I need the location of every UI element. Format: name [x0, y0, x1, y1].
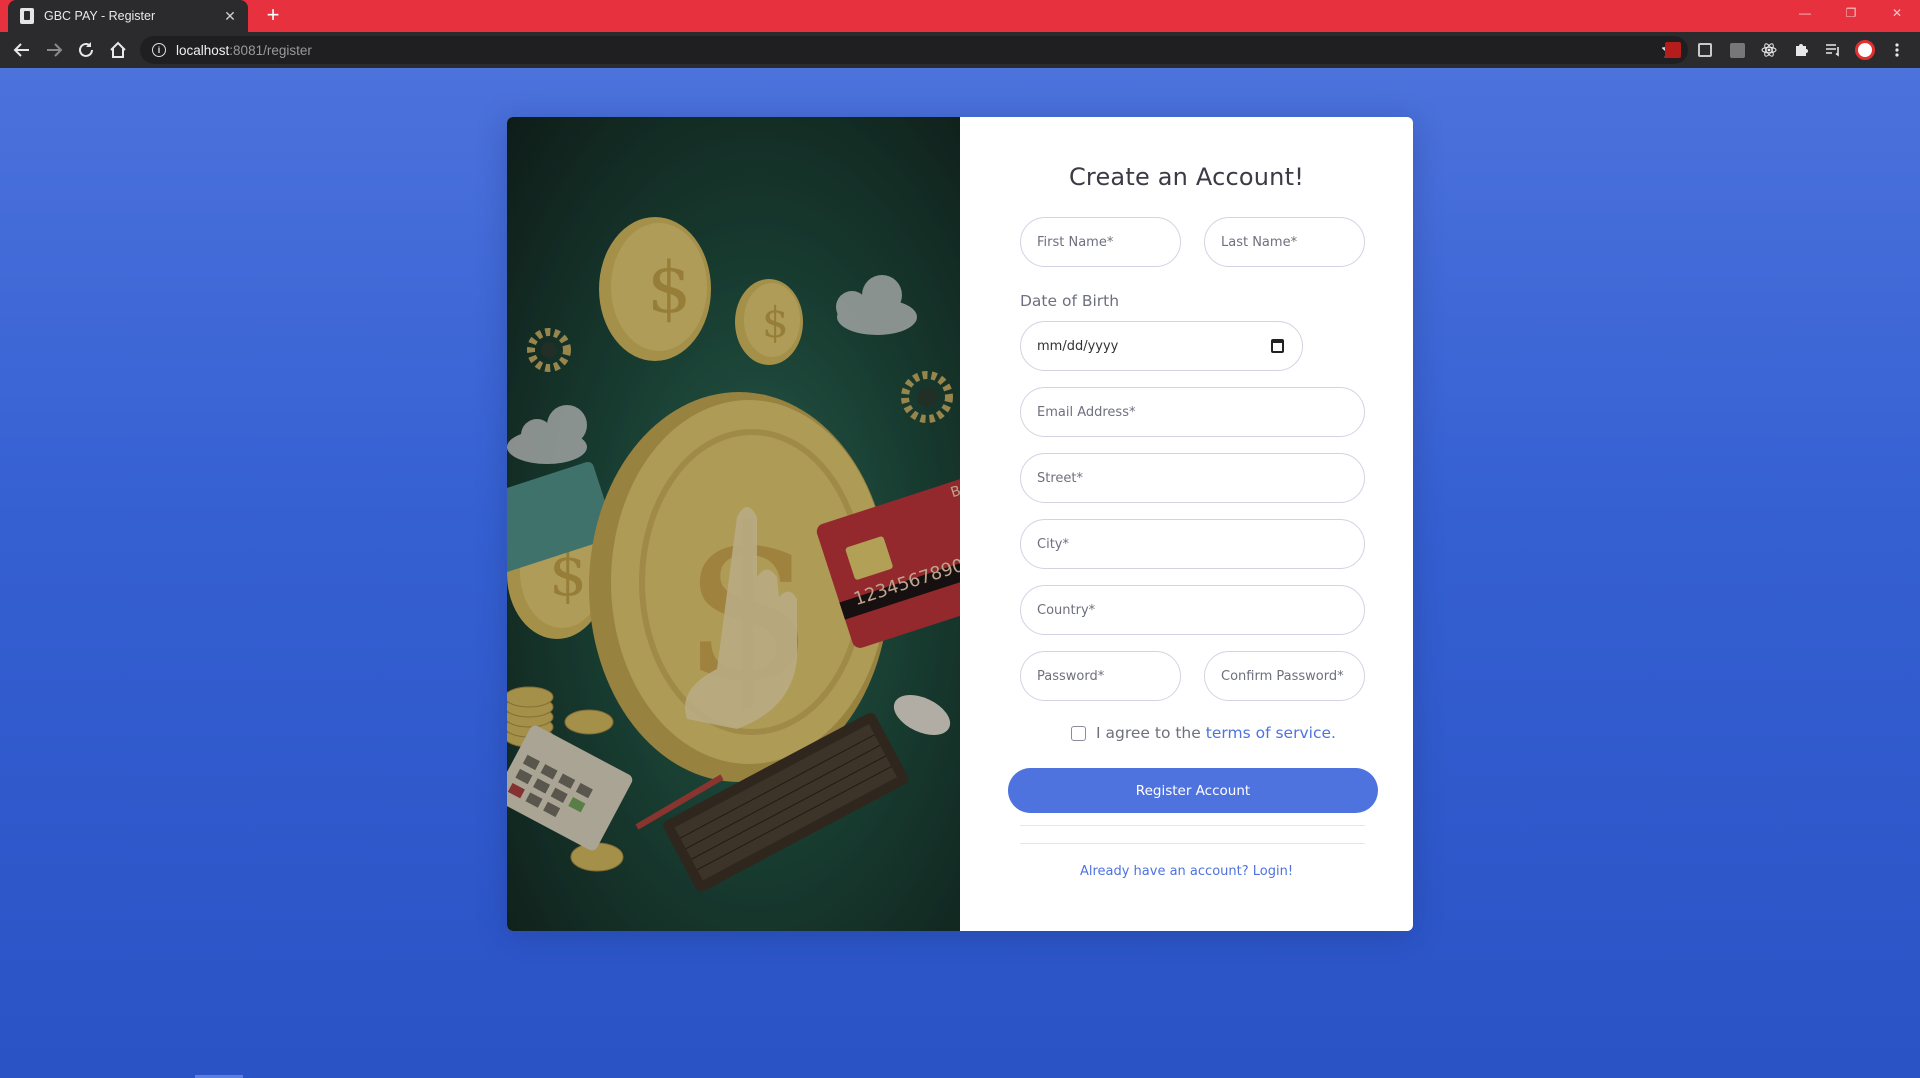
browser-tab-bar: GBC PAY - Register ✕ + — ❐ ✕	[0, 0, 1920, 32]
minimize-button[interactable]: —	[1782, 0, 1828, 26]
home-button[interactable]	[104, 36, 132, 64]
city-input[interactable]: City*	[1020, 519, 1365, 569]
terms-of-service-link[interactable]: terms of service.	[1206, 724, 1336, 742]
extension-icon[interactable]	[1695, 40, 1715, 60]
terms-text: I agree to the	[1096, 724, 1201, 742]
tab-close-icon[interactable]: ✕	[220, 8, 240, 25]
window-controls: — ❐ ✕	[1782, 0, 1920, 26]
finance-illustration: $ $ $ $	[507, 117, 960, 931]
home-icon	[110, 41, 126, 58]
favicon-icon	[20, 8, 34, 24]
profile-avatar[interactable]	[1855, 40, 1875, 60]
password-input[interactable]: Password*	[1020, 651, 1181, 701]
info-icon[interactable]: i	[152, 43, 166, 57]
register-form: Create an Account! First Name* Last Name…	[960, 117, 1413, 931]
register-card: $ $ $ $	[507, 117, 1413, 931]
divider	[1020, 843, 1365, 844]
confirm-password-input[interactable]: Confirm Password*	[1204, 651, 1365, 701]
last-name-input[interactable]: Last Name*	[1204, 217, 1365, 267]
forward-button[interactable]	[40, 36, 68, 64]
new-tab-button[interactable]: +	[260, 3, 286, 29]
react-devtools-icon[interactable]	[1759, 40, 1779, 60]
back-button[interactable]	[8, 36, 36, 64]
pdf-extension-icon[interactable]	[1663, 40, 1683, 60]
browser-toolbar: i localhost:8081/register	[0, 32, 1920, 68]
reload-icon	[79, 42, 93, 57]
image-overlay	[507, 117, 960, 931]
address-bar[interactable]: i localhost:8081/register	[140, 36, 1688, 64]
first-name-input[interactable]: First Name*	[1020, 217, 1181, 267]
country-input[interactable]: Country*	[1020, 585, 1365, 635]
reload-button[interactable]	[72, 36, 100, 64]
dob-label: Date of Birth	[1020, 292, 1120, 310]
register-account-button[interactable]: Register Account	[1008, 768, 1378, 813]
login-link[interactable]: Already have an account? Login!	[960, 864, 1413, 879]
terms-agreement: I agree to the terms of service.	[1071, 724, 1336, 742]
browser-menu-icon[interactable]	[1887, 40, 1907, 60]
restore-button[interactable]: ❐	[1828, 0, 1874, 26]
terms-checkbox[interactable]	[1071, 725, 1086, 741]
divider	[1020, 825, 1365, 826]
extension-icon[interactable]	[1727, 40, 1747, 60]
tab-title: GBC PAY - Register	[44, 9, 156, 23]
calendar-icon[interactable]	[1271, 339, 1284, 353]
email-input[interactable]: Email Address*	[1020, 387, 1365, 437]
arrow-left-icon	[13, 43, 29, 57]
puzzle-extensions-icon[interactable]	[1791, 40, 1811, 60]
close-window-button[interactable]: ✕	[1874, 0, 1920, 26]
browser-tab[interactable]: GBC PAY - Register ✕	[8, 0, 248, 32]
arrow-right-icon	[47, 43, 63, 57]
page-background: $ $ $ $	[0, 68, 1920, 1078]
reading-list-icon[interactable]	[1823, 40, 1843, 60]
page-title: Create an Account!	[1068, 163, 1305, 191]
url-text[interactable]: localhost:8081/register	[176, 43, 312, 58]
street-input[interactable]: Street*	[1020, 453, 1365, 503]
dob-date-input[interactable]: mm/dd/yyyy	[1020, 321, 1303, 371]
